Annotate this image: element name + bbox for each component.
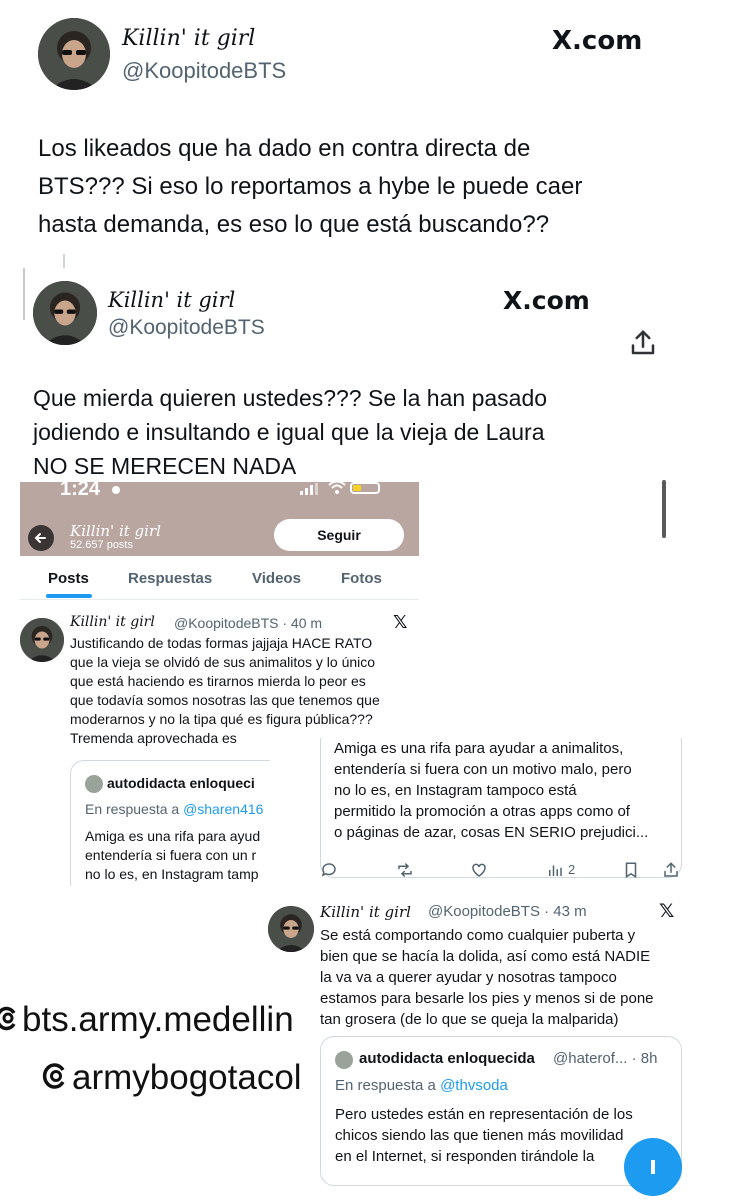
posts-count: 52.657 posts — [70, 539, 133, 551]
post-text: Justificando de todas formas jajjaja HAC… — [70, 635, 380, 746]
watermark-instagram: armybogotacol — [40, 1058, 302, 1108]
x-logo-icon: 𝕏 — [659, 900, 675, 922]
quote-avatar — [335, 1051, 353, 1069]
quote-name: autodidacta enloqueci — [107, 775, 255, 791]
scrollbar[interactable] — [662, 480, 666, 538]
views-count: 2 — [568, 862, 576, 877]
signal-icon — [300, 482, 320, 500]
person-icon — [112, 486, 120, 494]
tab-videos[interactable]: Videos — [252, 570, 301, 587]
post-meta: @KoopitodeBTS · 40 m — [174, 615, 323, 631]
x-logo-icon: X.com — [552, 26, 643, 56]
quote-avatar — [85, 775, 103, 793]
reply-mention[interactable]: @sharen416 — [183, 801, 263, 817]
avatar[interactable] — [268, 906, 314, 952]
quote-crop: Amiga es una rifa para ayudar a animalit… — [270, 738, 688, 890]
post-display-name: Killin' it girl — [70, 614, 155, 630]
quote-name: autodidacta enloquecida — [359, 1050, 535, 1067]
quote-text: Pero ustedes están en representación de … — [335, 1106, 633, 1165]
divider — [20, 599, 419, 600]
quoted-tweet[interactable]: autodidacta enloqueci En respuesta a @sh… — [70, 760, 270, 886]
avatar[interactable] — [33, 281, 97, 345]
post-text: Se está comportando como cualquier puber… — [320, 927, 654, 1028]
screenshot-edge — [23, 268, 25, 320]
tab-active-indicator — [46, 594, 92, 598]
threads-icon — [40, 1060, 70, 1097]
x-logo-icon: 𝕏 — [393, 612, 408, 633]
share-icon[interactable] — [628, 328, 658, 358]
tweet-text: Que mierda quieren ustedes??? Se la han … — [33, 385, 548, 479]
wifi-icon — [328, 482, 346, 499]
share-icon[interactable] — [662, 861, 680, 879]
profile-name: Killin' it girl — [70, 522, 161, 540]
status-bar-time: 1:24 — [60, 482, 101, 500]
reply-mention[interactable]: @thvsoda — [440, 1077, 508, 1094]
tweet-text: Los likeados que ha dado en contra direc… — [38, 135, 583, 238]
views-icon[interactable] — [546, 861, 564, 879]
tab-posts[interactable]: Posts — [48, 570, 89, 587]
retweet-icon[interactable] — [395, 861, 415, 879]
back-button[interactable] — [28, 525, 54, 551]
battery-icon — [350, 482, 380, 494]
threads-icon — [0, 1003, 20, 1038]
x-logo-icon: X.com — [503, 286, 590, 315]
handle: @KoopitodeBTS — [122, 58, 287, 83]
post-meta: @KoopitodeBTS · 43 m — [428, 903, 587, 920]
watermark-instagram: bts.army.medellin — [0, 1000, 294, 1050]
avatar[interactable] — [20, 618, 64, 662]
display-name: Killin' it girl — [122, 26, 256, 51]
quote-text: Amiga es una rifa para ayudar a animalit… — [334, 740, 649, 841]
avatar[interactable] — [38, 18, 110, 90]
follow-button[interactable]: Seguir — [274, 519, 404, 551]
handle: @KoopitodeBTS — [108, 316, 265, 339]
reply-icon[interactable] — [320, 861, 338, 879]
display-name: Killin' it girl — [108, 288, 236, 312]
bookmark-icon[interactable] — [622, 861, 640, 879]
reply-context: En respuesta a @sharen416 — [85, 801, 264, 817]
like-icon[interactable] — [470, 861, 488, 879]
compose-fab-button[interactable] — [624, 1138, 682, 1196]
quote-meta: @haterof... · 8h — [553, 1050, 658, 1067]
quote-text: Amiga es una rifa para ayud entendería s… — [85, 828, 261, 882]
post-display-name: Killin' it girl — [320, 903, 411, 921]
tab-photos[interactable]: Fotos — [341, 570, 382, 587]
reply-context: En respuesta a @thvsoda — [335, 1077, 508, 1094]
tab-replies[interactable]: Respuestas — [128, 570, 212, 587]
profile-header: 1:24 Killin' it girl 52.657 posts Seguir — [20, 482, 419, 556]
